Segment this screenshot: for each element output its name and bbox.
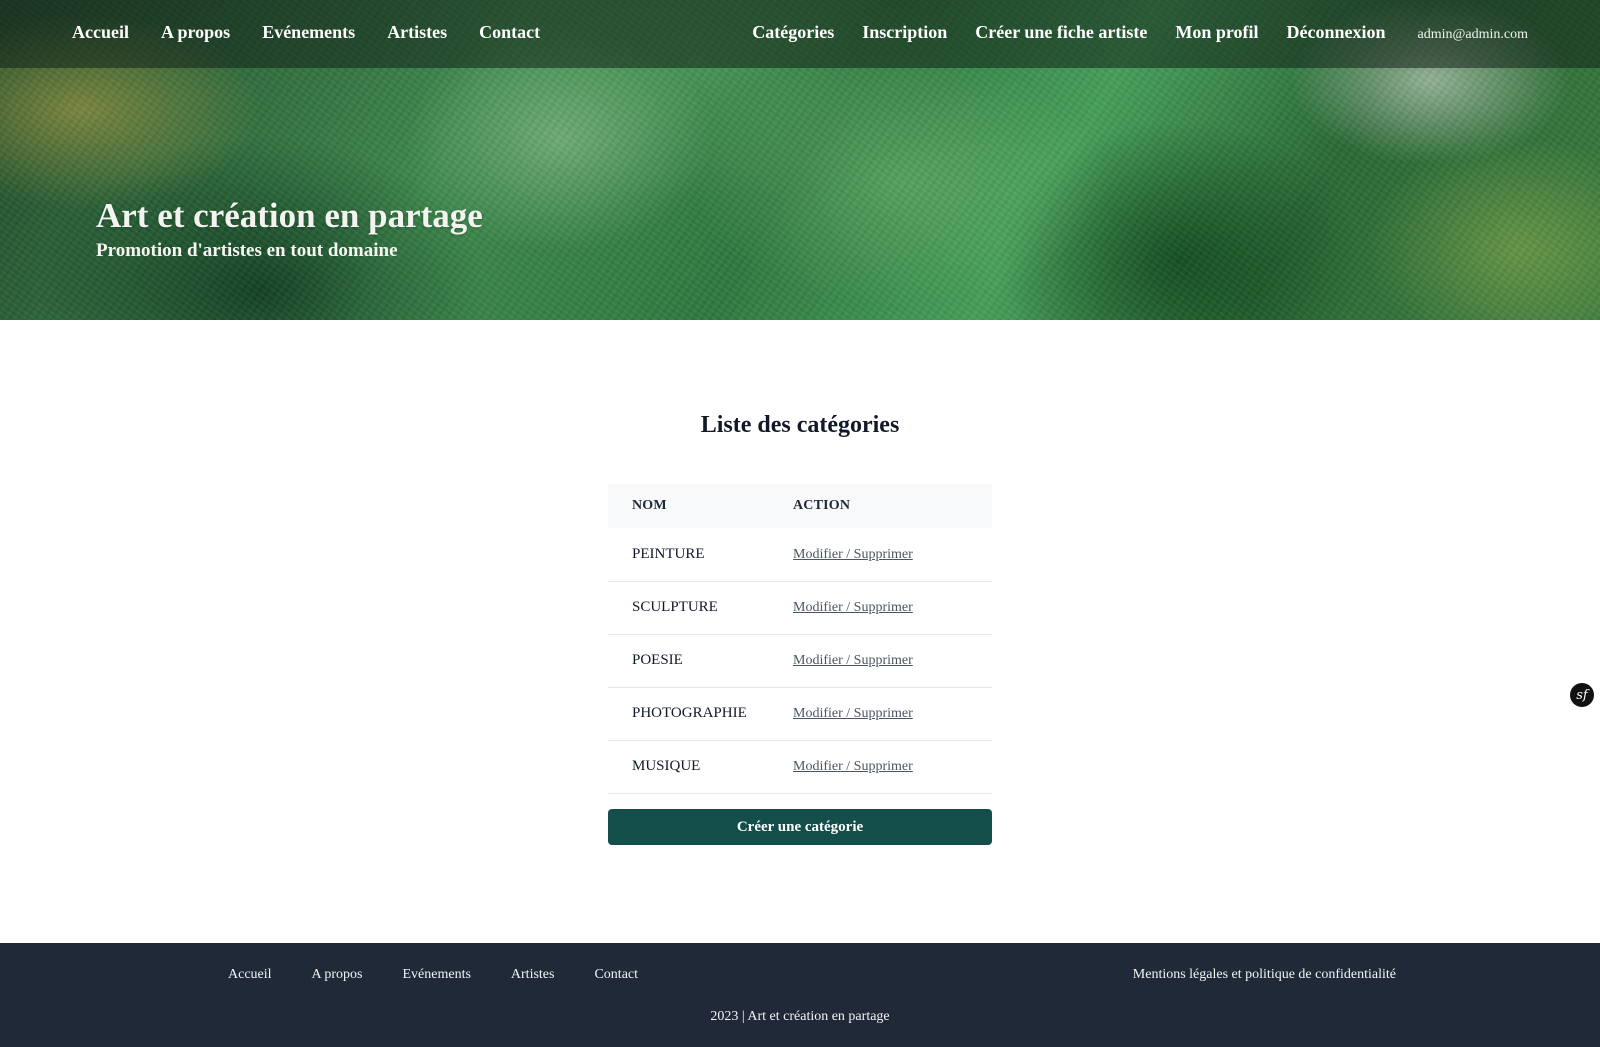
top-navigation: Accueil A propos Evénements Artistes Con… — [0, 0, 1600, 68]
nav-link-categories[interactable]: Catégories — [752, 22, 834, 43]
nav-link-contact[interactable]: Contact — [479, 22, 540, 43]
nav-left-group: Accueil A propos Evénements Artistes Con… — [72, 22, 572, 43]
table-body: PEINTURE Modifier / Supprimer SCULPTURE … — [608, 528, 992, 794]
categories-table-container: NOM ACTION PEINTURE Modifier / Supprimer… — [608, 484, 992, 794]
nav-link-mon-profil[interactable]: Mon profil — [1175, 22, 1258, 43]
hero-title: Art et création en partage — [96, 196, 483, 235]
categories-table: NOM ACTION PEINTURE Modifier / Supprimer… — [608, 484, 992, 794]
column-header-nom: NOM — [632, 498, 667, 513]
action-cell: Modifier / Supprimer — [793, 634, 992, 688]
footer-legal-link[interactable]: Mentions légales et politique de confide… — [1133, 967, 1396, 983]
table-row: SCULPTURE Modifier / Supprimer — [608, 581, 992, 635]
action-cell: Modifier / Supprimer — [793, 528, 992, 582]
category-name: SCULPTURE — [608, 581, 793, 635]
nav-link-evenements[interactable]: Evénements — [262, 22, 355, 43]
category-name: PHOTOGRAPHIE — [608, 687, 793, 741]
page-title: Liste des catégories — [700, 412, 900, 438]
hero-banner: Accueil A propos Evénements Artistes Con… — [0, 0, 1600, 320]
category-name: MUSIQUE — [608, 740, 793, 794]
column-header-action: ACTION — [793, 498, 851, 513]
footer-link-accueil[interactable]: Accueil — [228, 967, 272, 983]
edit-delete-link[interactable]: Modifier / Supprimer — [793, 547, 913, 562]
footer-link-a-propos[interactable]: A propos — [312, 967, 363, 983]
footer-link-evenements[interactable]: Evénements — [402, 967, 470, 983]
symfony-icon[interactable]: sf — [1570, 683, 1594, 707]
action-cell: Modifier / Supprimer — [793, 581, 992, 635]
table-row: PHOTOGRAPHIE Modifier / Supprimer — [608, 687, 992, 741]
footer-link-contact[interactable]: Contact — [594, 967, 638, 983]
footer-link-artistes[interactable]: Artistes — [511, 967, 555, 983]
nav-link-deconnexion[interactable]: Déconnexion — [1287, 22, 1386, 43]
edit-delete-link[interactable]: Modifier / Supprimer — [793, 706, 913, 721]
action-cell: Modifier / Supprimer — [793, 687, 992, 741]
table-header-row: NOM ACTION — [608, 484, 992, 528]
action-cell: Modifier / Supprimer — [793, 740, 992, 794]
table-row: MUSIQUE Modifier / Supprimer — [608, 740, 992, 794]
user-email: admin@admin.com — [1417, 27, 1528, 42]
table-header: NOM ACTION — [608, 484, 992, 528]
nav-link-artistes[interactable]: Artistes — [387, 22, 447, 43]
nav-link-accueil[interactable]: Accueil — [72, 22, 129, 43]
table-row: POESIE Modifier / Supprimer — [608, 634, 992, 688]
footer-links: Accueil A propos Evénements Artistes Con… — [228, 967, 678, 983]
edit-delete-link[interactable]: Modifier / Supprimer — [793, 653, 913, 668]
category-name: POESIE — [608, 634, 793, 688]
category-name: PEINTURE — [608, 528, 793, 582]
footer: Accueil A propos Evénements Artistes Con… — [0, 943, 1600, 1047]
nav-link-a-propos[interactable]: A propos — [161, 22, 230, 43]
footer-copyright: 2023 | Art et création en partage — [710, 1009, 890, 1024]
hero-subtitle: Promotion d'artistes en tout domaine — [96, 240, 398, 261]
nav-link-inscription[interactable]: Inscription — [862, 22, 947, 43]
edit-delete-link[interactable]: Modifier / Supprimer — [793, 600, 913, 615]
edit-delete-link[interactable]: Modifier / Supprimer — [793, 759, 913, 774]
create-category-button[interactable]: Créer une catégorie — [608, 809, 992, 845]
nav-right-group: Catégories Inscription Créer une fiche a… — [724, 22, 1528, 43]
nav-link-create-artist[interactable]: Créer une fiche artiste — [975, 22, 1147, 43]
table-row: PEINTURE Modifier / Supprimer — [608, 528, 992, 582]
